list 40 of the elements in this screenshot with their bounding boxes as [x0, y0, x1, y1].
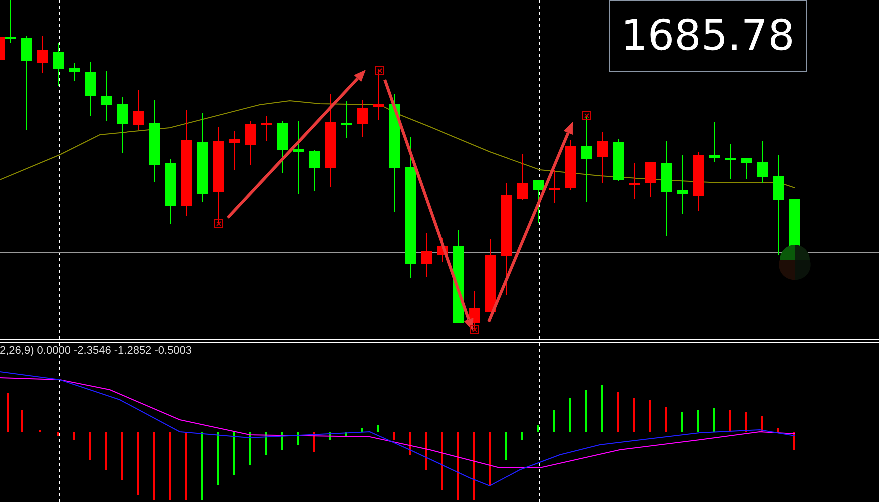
candlestick	[54, 42, 64, 86]
candlestick	[134, 90, 144, 130]
circle-marker-drawing	[779, 245, 811, 280]
candlestick	[246, 120, 256, 166]
candlestick	[86, 62, 96, 116]
candlestick	[694, 152, 704, 212]
candlestick	[630, 162, 640, 200]
candlestick	[278, 120, 288, 174]
marker-icon	[376, 66, 384, 76]
candlestick	[70, 62, 80, 82]
candlestick	[566, 140, 576, 190]
candlestick	[38, 36, 48, 74]
candlestick	[310, 150, 320, 192]
candlestick	[438, 238, 448, 262]
candlestick	[598, 132, 608, 184]
candlestick	[262, 116, 272, 142]
candlestick	[614, 138, 624, 182]
candlestick	[710, 122, 720, 162]
candlestick	[118, 96, 128, 154]
candlestick	[678, 154, 688, 214]
candlestick	[742, 158, 752, 180]
candlestick	[758, 140, 768, 184]
marker-icon	[214, 220, 224, 228]
candlestick	[358, 100, 368, 138]
price-display: 1685.78	[609, 0, 807, 72]
candlestick	[422, 232, 432, 278]
marker-icon	[470, 326, 480, 334]
candlestick	[518, 154, 528, 200]
candlestick	[726, 144, 736, 180]
marker-icon	[582, 112, 592, 120]
candlestick	[646, 162, 656, 198]
candlestick	[342, 100, 352, 138]
candlestick	[534, 180, 544, 224]
candlestick	[102, 70, 112, 122]
candlestick	[550, 170, 560, 204]
candlestick	[166, 158, 176, 224]
candlestick	[230, 130, 240, 170]
indicator-label: 2,26,9) 0.0000 -2.3546 -1.2852 -0.5003	[0, 346, 192, 357]
candlestick	[470, 290, 480, 330]
candlestick	[374, 70, 384, 120]
